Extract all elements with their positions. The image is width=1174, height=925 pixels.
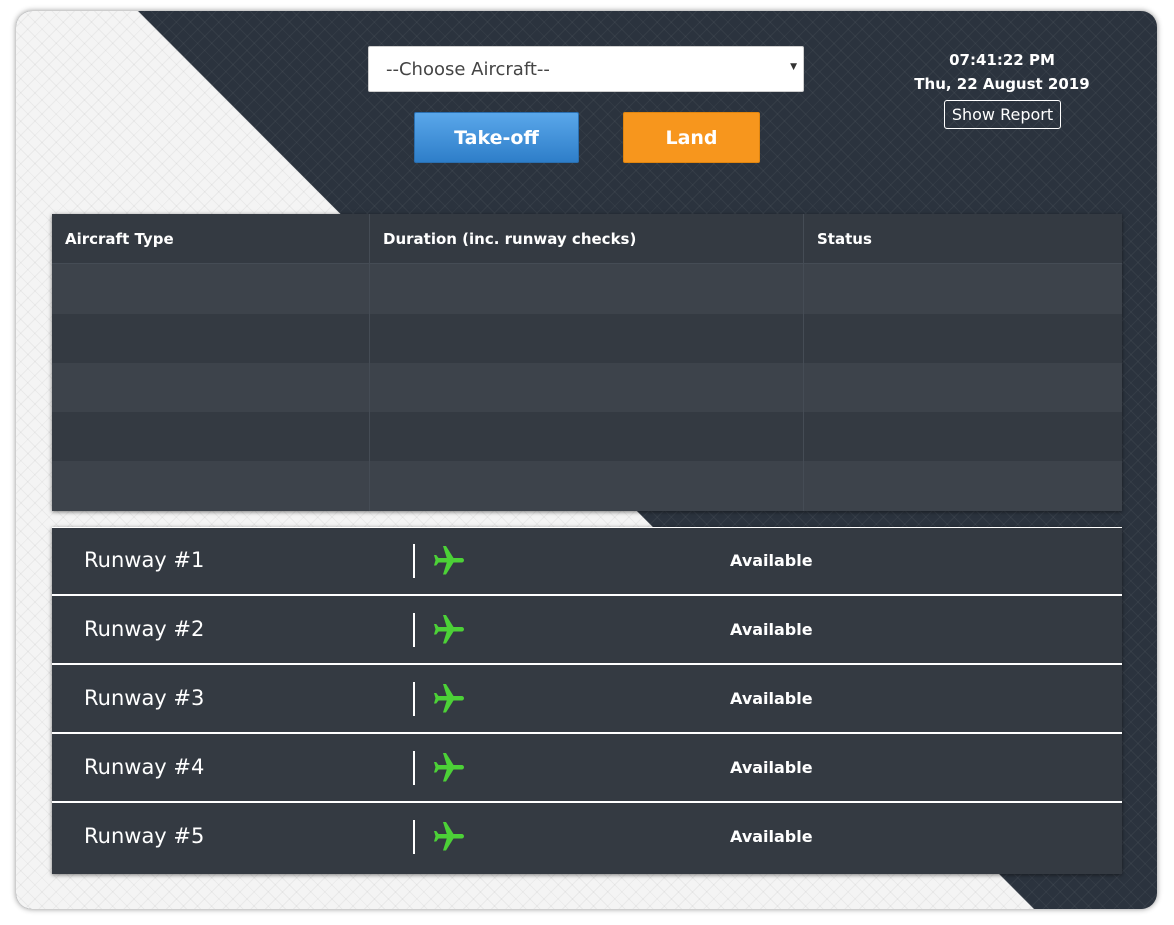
runway-status: Available: [730, 827, 813, 846]
aircraft-table: Aircraft Type Duration (inc. runway chec…: [52, 214, 1122, 511]
runway-status: Available: [730, 758, 813, 777]
header-aircraft-type: Aircraft Type: [65, 230, 174, 248]
clock-time: 07:41:22 PM: [949, 51, 1055, 69]
table-cell: [804, 363, 1122, 412]
table-cell: [52, 363, 370, 412]
table-cell: [370, 412, 804, 461]
table-cell: [370, 461, 804, 511]
table-row: [52, 314, 1122, 363]
runway-name: Runway #4: [84, 755, 205, 779]
runway-row-2: Runway #2 Available: [52, 597, 1122, 665]
runway-status: Available: [730, 620, 813, 639]
takeoff-button[interactable]: Take-off: [414, 112, 579, 163]
airplane-icon: [434, 546, 464, 575]
airplane-icon: [434, 753, 464, 782]
airplane-icon: [434, 822, 464, 851]
aircraft-select-value: --Choose Aircraft--: [386, 59, 550, 80]
divider: [413, 751, 415, 785]
table-cell: [52, 264, 370, 314]
show-report-button[interactable]: Show Report: [944, 100, 1061, 129]
table-cell: [52, 412, 370, 461]
header-status: Status: [817, 230, 872, 248]
runway-row-1: Runway #1 Available: [52, 528, 1122, 596]
airplane-icon: [434, 684, 464, 713]
header-cell: Status: [804, 214, 1122, 263]
table-cell: [370, 264, 804, 314]
table-cell: [804, 461, 1122, 511]
runway-status: Available: [730, 689, 813, 708]
table-cell: [370, 314, 804, 363]
header-cell: Aircraft Type: [52, 214, 370, 263]
aircraft-select[interactable]: --Choose Aircraft-- ▼: [368, 46, 804, 92]
divider: [413, 820, 415, 854]
table-row: [52, 461, 1122, 511]
header-cell: Duration (inc. runway checks): [370, 214, 804, 263]
divider: [413, 544, 415, 578]
runway-name: Runway #3: [84, 686, 205, 710]
land-button[interactable]: Land: [623, 112, 760, 163]
runway-name: Runway #5: [84, 824, 205, 848]
runway-list: Runway #1 Available Runway #2 Available …: [52, 527, 1122, 874]
table-header-row: Aircraft Type Duration (inc. runway chec…: [52, 214, 1122, 264]
runway-name: Runway #1: [84, 548, 205, 572]
table-cell: [804, 314, 1122, 363]
table-row: [52, 412, 1122, 461]
airplane-icon: [434, 615, 464, 644]
runway-row-4: Runway #4 Available: [52, 735, 1122, 803]
table-cell: [804, 412, 1122, 461]
table-cell: [52, 461, 370, 511]
runway-status: Available: [730, 551, 813, 570]
runway-row-5: Runway #5 Available: [52, 804, 1122, 873]
table-row: [52, 363, 1122, 412]
divider: [413, 613, 415, 647]
divider: [413, 682, 415, 716]
table-cell: [52, 314, 370, 363]
table-cell: [370, 363, 804, 412]
runway-name: Runway #2: [84, 617, 205, 641]
runway-row-3: Runway #3 Available: [52, 666, 1122, 734]
table-cell: [804, 264, 1122, 314]
table-row: [52, 264, 1122, 314]
airport-control-panel: --Choose Aircraft-- ▼ Take-off Land 07:4…: [16, 11, 1157, 909]
header-duration: Duration (inc. runway checks): [383, 230, 637, 248]
chevron-down-icon: ▼: [790, 62, 797, 72]
clock-date: Thu, 22 August 2019: [914, 75, 1090, 93]
